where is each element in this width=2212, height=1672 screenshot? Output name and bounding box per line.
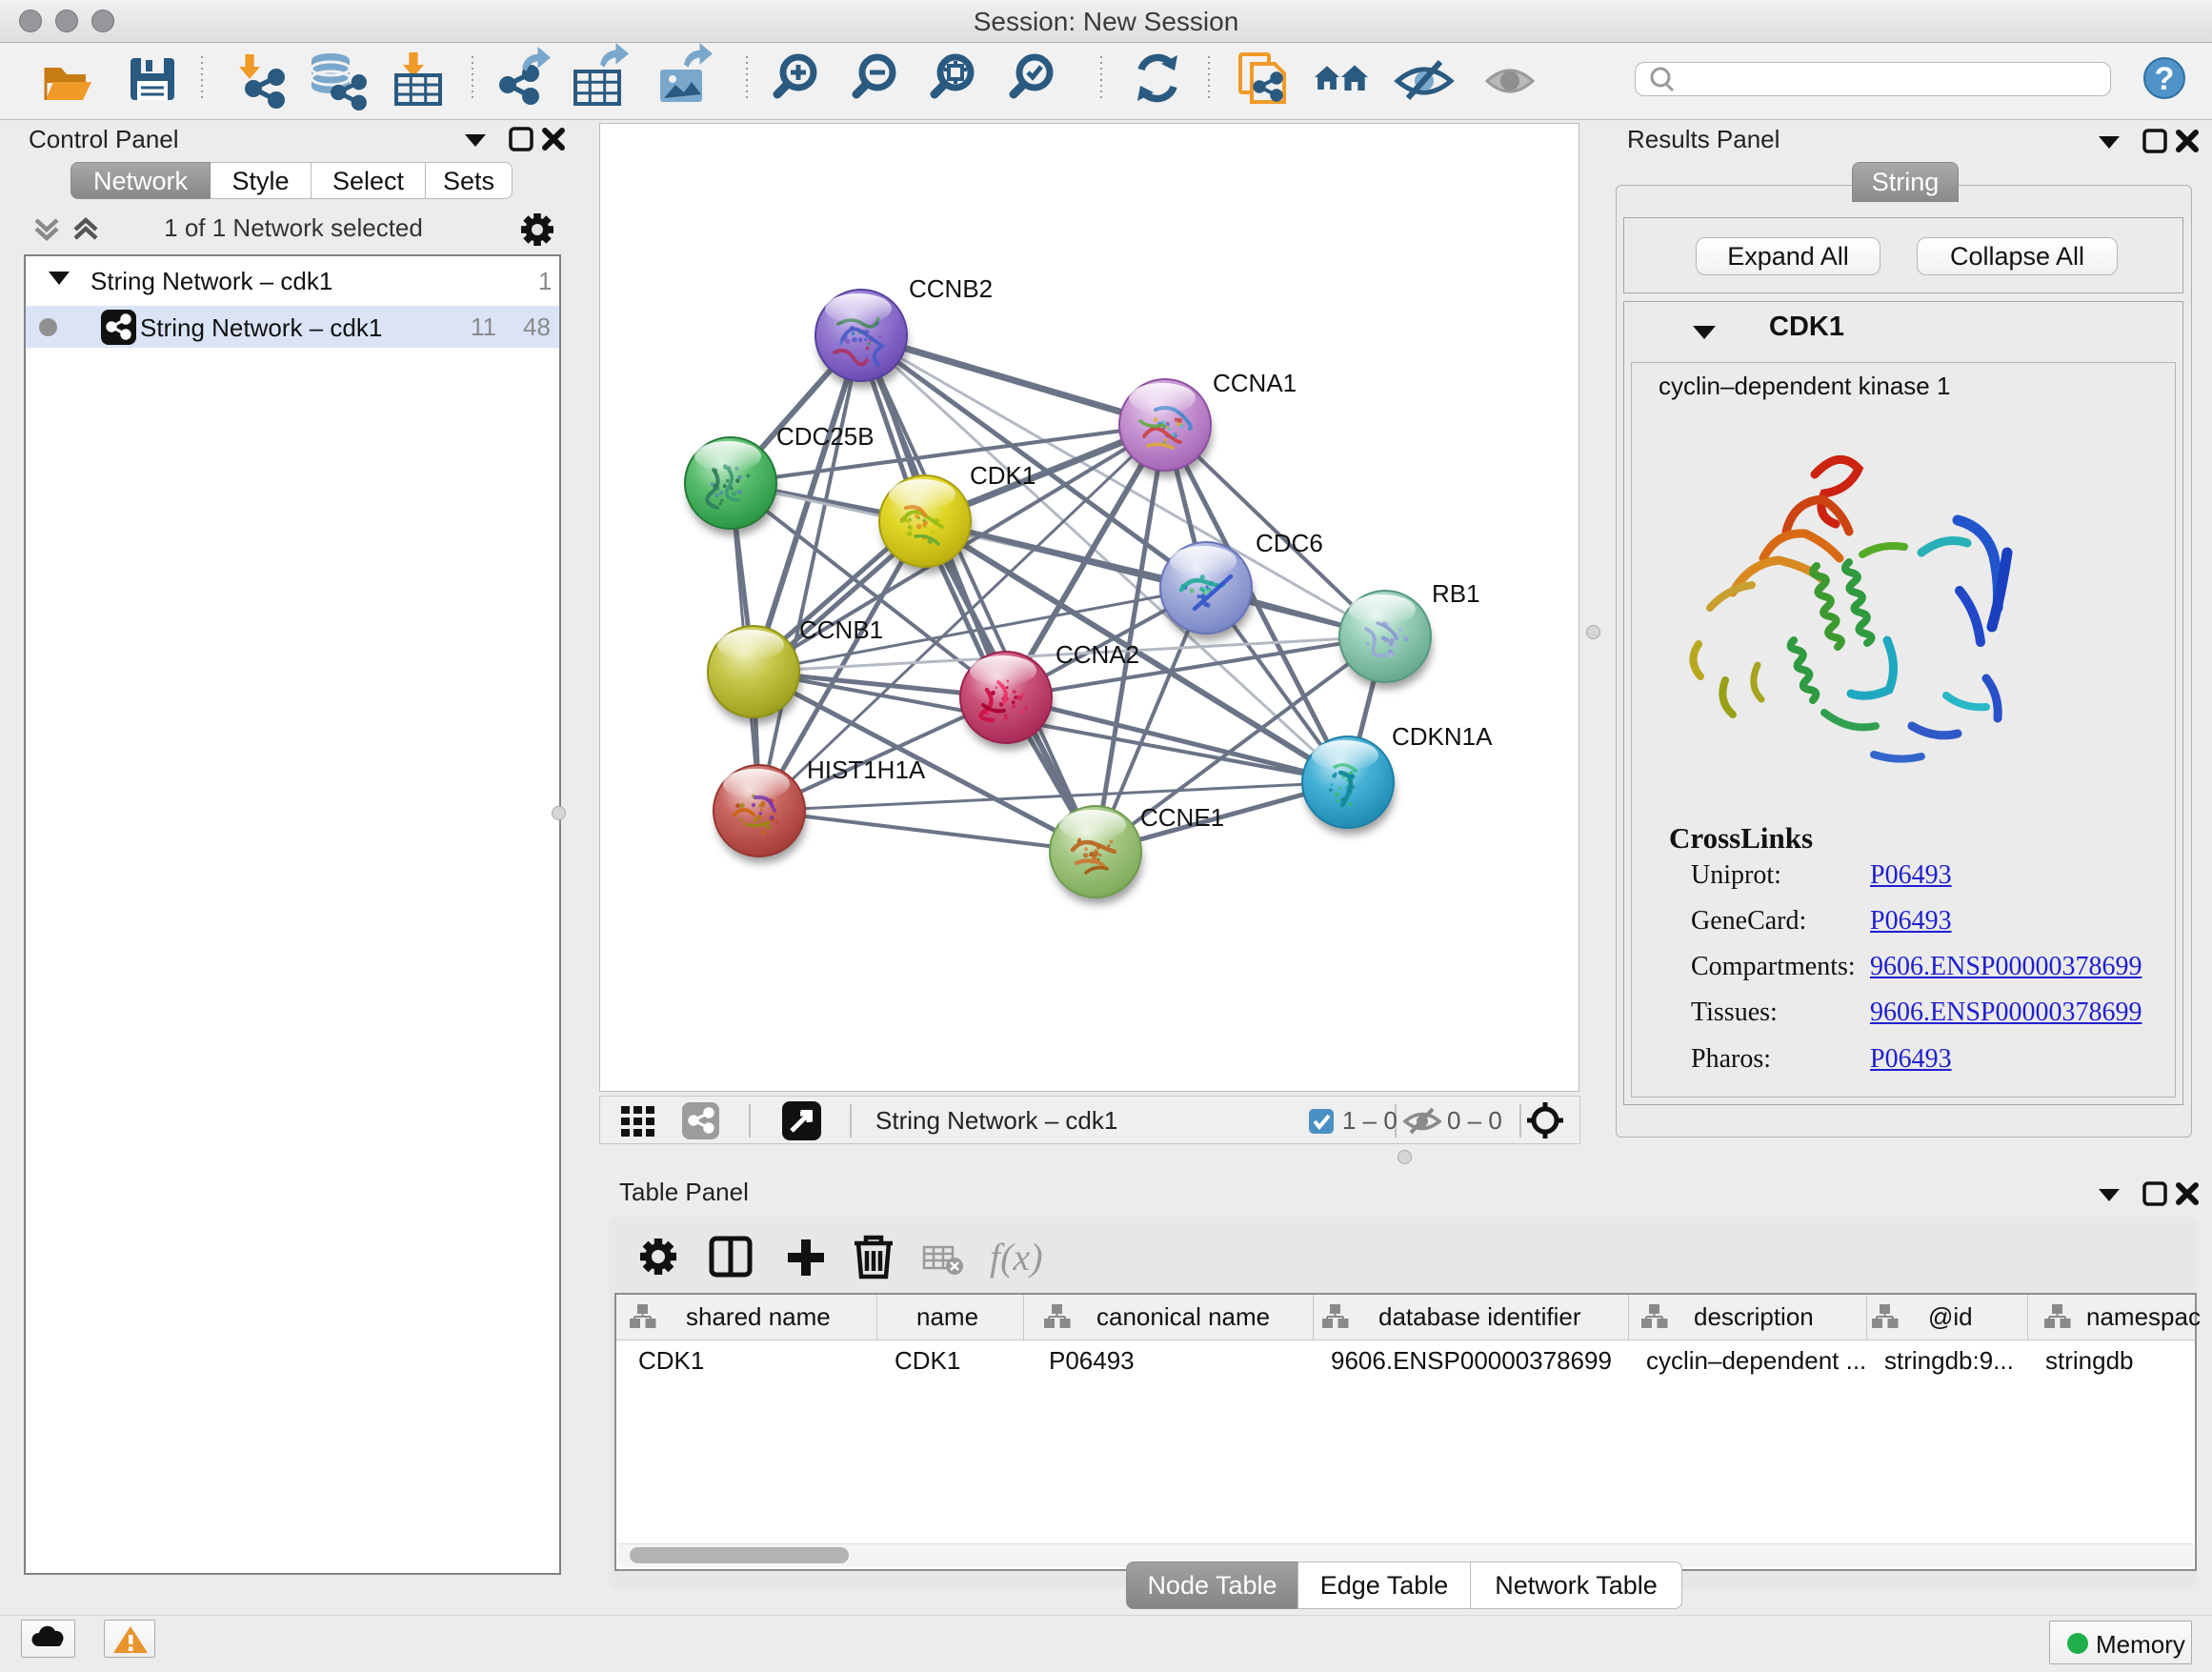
svg-text:CDK1: CDK1	[970, 461, 1036, 490]
svg-text:?: ?	[2155, 61, 2175, 97]
svg-text:1 – 0: 1 – 0	[1342, 1106, 1398, 1135]
svg-text:HIST1H1A: HIST1H1A	[807, 755, 926, 784]
svg-text:RB1: RB1	[1432, 579, 1480, 608]
svg-text:CDC25B: CDC25B	[776, 422, 875, 451]
svg-text:CCNB2: CCNB2	[909, 274, 993, 303]
svg-text:CDKN1A: CDKN1A	[1392, 722, 1493, 751]
svg-text:CDC6: CDC6	[1256, 529, 1323, 557]
svg-text:0 – 0: 0 – 0	[1447, 1106, 1502, 1135]
svg-text:f(x): f(x)	[990, 1236, 1043, 1279]
svg-text:CCNA1: CCNA1	[1213, 369, 1297, 397]
svg-text:CCNE1: CCNE1	[1140, 803, 1224, 832]
svg-text:CCNB1: CCNB1	[799, 615, 883, 644]
svg-text:String Network – cdk1: String Network – cdk1	[875, 1106, 1117, 1135]
svg-text:CCNA2: CCNA2	[1056, 640, 1139, 669]
